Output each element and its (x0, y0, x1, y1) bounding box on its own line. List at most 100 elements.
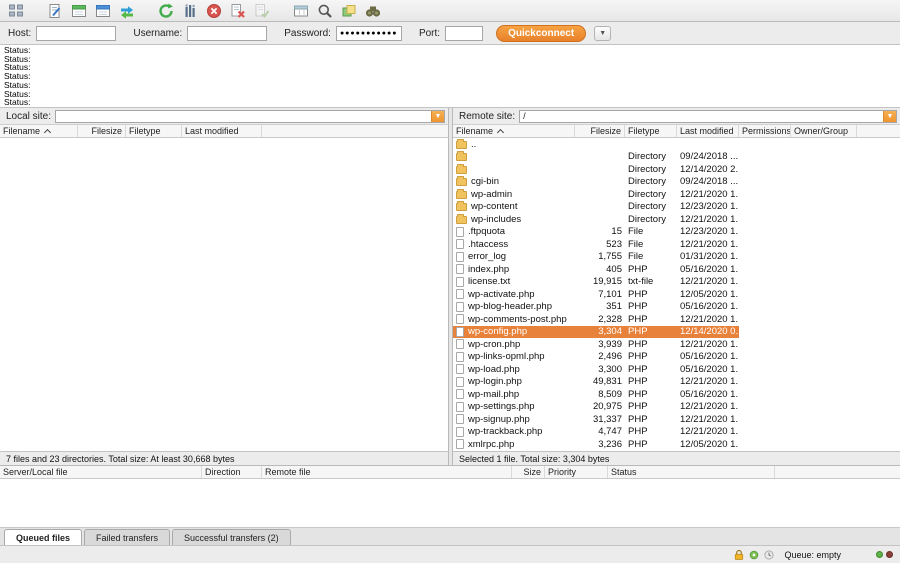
refresh-icon[interactable] (157, 2, 174, 19)
column-header-filename[interactable]: Filename (0, 125, 78, 137)
column-header-permissions[interactable]: Permissions (739, 125, 791, 137)
file-row[interactable]: wp-adminDirectory12/21/2020 1... (453, 188, 900, 201)
column-header-filetype[interactable]: Filetype (126, 125, 182, 137)
username-label: Username: (133, 28, 182, 39)
port-input[interactable] (445, 26, 483, 41)
file-row[interactable]: wp-login.php49,831PHP12/21/2020 1... (453, 376, 900, 389)
disconnect-icon[interactable] (229, 2, 246, 19)
file-owner-group (791, 176, 857, 189)
chevron-down-icon[interactable]: ▼ (431, 111, 444, 122)
remote-site-combo[interactable]: / ▼ (519, 110, 897, 123)
file-row[interactable]: wp-blog-header.php351PHP05/16/2020 1... (453, 301, 900, 314)
column-header-last-modified[interactable]: Last modified (677, 125, 739, 137)
column-header-direction[interactable]: Direction (202, 466, 262, 478)
tab-queued-files[interactable]: Queued files (4, 529, 82, 545)
quickconnect-button[interactable]: Quickconnect (496, 25, 586, 42)
column-header-owner-group[interactable]: Owner/Group (791, 125, 857, 137)
file-row[interactable]: wp-activate.php7,101PHP12/05/2020 1... (453, 288, 900, 301)
reconnect-icon[interactable] (253, 2, 270, 19)
file-row[interactable]: Directory09/24/2018 ... (453, 151, 900, 164)
cancel-icon[interactable] (205, 2, 222, 19)
file-owner-group (791, 326, 857, 339)
file-size: 49,831 (575, 376, 625, 389)
directory-comparison-icon[interactable] (340, 2, 357, 19)
local-site-combo[interactable]: ▼ (55, 110, 445, 123)
column-header-filename[interactable]: Filename (453, 125, 575, 137)
column-header-filetype[interactable]: Filetype (625, 125, 677, 137)
file-owner-group (791, 138, 857, 151)
folder-icon (456, 166, 467, 174)
synchronized-browsing-icon[interactable] (118, 2, 135, 19)
search-icon[interactable] (316, 2, 333, 19)
file-size: 405 (575, 263, 625, 276)
column-header-remote-file[interactable]: Remote file (262, 466, 512, 478)
file-row[interactable]: license.txt19,915txt-file12/21/2020 1... (453, 276, 900, 289)
file-permissions (739, 351, 791, 364)
view-log-icon[interactable] (46, 2, 63, 19)
file-row[interactable]: wp-includesDirectory12/21/2020 1... (453, 213, 900, 226)
file-row[interactable]: cgi-binDirectory09/24/2018 ... (453, 176, 900, 189)
site-manager-icon[interactable] (7, 2, 24, 19)
file-name: wp-load.php (468, 364, 520, 375)
local-pane-toggle-icon[interactable] (70, 2, 87, 19)
file-name: .. (471, 139, 476, 150)
file-row[interactable]: wp-load.php3,300PHP05/16/2020 1... (453, 363, 900, 376)
file-row[interactable]: .. (453, 138, 900, 151)
local-pane: Local site: ▼ FilenameFilesizeFiletypeLa… (0, 108, 449, 465)
gear-icon[interactable] (748, 549, 760, 561)
lock-icon[interactable] (733, 549, 745, 561)
column-header-label: Last modified (185, 126, 239, 136)
password-input[interactable] (336, 26, 402, 41)
local-file-list[interactable] (0, 138, 448, 451)
file-permissions (739, 188, 791, 201)
local-site-bar: Local site: ▼ (0, 108, 448, 125)
column-header-size[interactable]: Size (512, 466, 545, 478)
file-row[interactable]: wp-mail.php8,509PHP05/16/2020 1... (453, 388, 900, 401)
file-owner-group (791, 213, 857, 226)
queue-tabs: Queued filesFailed transfersSuccessful t… (0, 528, 900, 546)
status-line: Status: (4, 72, 900, 81)
file-row[interactable]: wp-contentDirectory12/23/2020 1... (453, 201, 900, 214)
column-header-status[interactable]: Status (608, 466, 775, 478)
column-header-filesize[interactable]: Filesize (78, 125, 126, 137)
file-row[interactable]: wp-settings.php20,975PHP12/21/2020 1... (453, 401, 900, 414)
file-row[interactable]: index.php405PHP05/16/2020 1... (453, 263, 900, 276)
file-row[interactable]: wp-links-opml.php2,496PHP05/16/2020 1... (453, 351, 900, 364)
tab-failed-transfers[interactable]: Failed transfers (84, 529, 170, 545)
remote-pane-toggle-icon[interactable] (94, 2, 111, 19)
remote-file-list[interactable]: ..Directory09/24/2018 ...Directory12/14/… (453, 138, 900, 451)
username-input[interactable] (187, 26, 267, 41)
column-header-priority[interactable]: Priority (545, 466, 608, 478)
column-header-label: Server/Local file (3, 467, 68, 477)
quickconnect-dropdown-button[interactable]: ▼ (594, 26, 611, 41)
clock-icon[interactable] (763, 549, 775, 561)
file-type: File (625, 238, 677, 251)
file-icon (456, 364, 464, 374)
file-row[interactable]: .ftpquota15File12/23/2020 1... (453, 226, 900, 239)
file-row[interactable]: .htaccess523File12/21/2020 1... (453, 238, 900, 251)
file-row[interactable]: wp-trackback.php4,747PHP12/21/2020 1... (453, 426, 900, 439)
column-header-server-local-file[interactable]: Server/Local file (0, 466, 202, 478)
file-name: wp-comments-post.php (468, 314, 567, 325)
column-header-last-modified[interactable]: Last modified (182, 125, 262, 137)
transfer-queue-list[interactable] (0, 479, 900, 528)
filter-icon[interactable] (292, 2, 309, 19)
file-icon (456, 289, 464, 299)
file-row[interactable]: wp-comments-post.php2,328PHP12/21/2020 1… (453, 313, 900, 326)
file-row[interactable]: wp-config.php3,304PHP12/14/2020 0... (453, 326, 900, 339)
chevron-down-icon[interactable]: ▼ (883, 111, 896, 122)
file-row[interactable]: error_log1,755File01/31/2020 1... (453, 251, 900, 264)
file-type: PHP (625, 413, 677, 426)
process-queue-icon[interactable] (181, 2, 198, 19)
host-input[interactable] (36, 26, 116, 41)
file-row[interactable]: wp-signup.php31,337PHP12/21/2020 1... (453, 413, 900, 426)
file-row[interactable]: Directory12/14/2020 2... (453, 163, 900, 176)
file-permissions (739, 363, 791, 376)
tab-successful-transfers-2[interactable]: Successful transfers (2) (172, 529, 291, 545)
file-row[interactable]: wp-cron.php3,939PHP12/21/2020 1... (453, 338, 900, 351)
file-row[interactable]: xmlrpc.php3,236PHP12/05/2020 1... (453, 438, 900, 451)
file-name: index.php (468, 264, 509, 275)
file-modified: 12/14/2020 2... (677, 163, 739, 176)
column-header-filesize[interactable]: Filesize (575, 125, 625, 137)
find-files-icon[interactable] (364, 2, 381, 19)
